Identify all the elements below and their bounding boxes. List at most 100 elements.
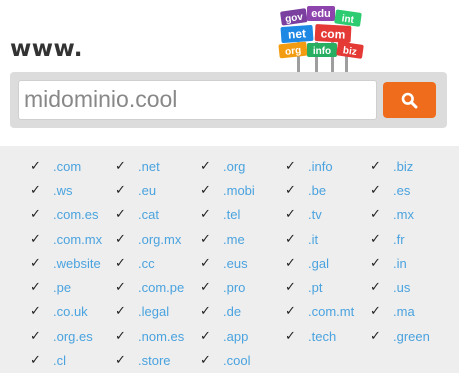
domain-extension-link[interactable]: .fr bbox=[393, 232, 405, 247]
domain-extension-item[interactable]: ✓ .info bbox=[285, 154, 370, 178]
domain-extension-link[interactable]: .app bbox=[223, 329, 248, 344]
domain-extension-item[interactable]: ✓ .pt bbox=[285, 275, 370, 299]
domain-extension-link[interactable]: .store bbox=[138, 353, 171, 368]
domain-extension-item[interactable]: ✓ .in bbox=[370, 251, 455, 275]
domain-extension-link[interactable]: .com.es bbox=[53, 207, 99, 222]
domain-extension-item[interactable]: ✓ .green bbox=[370, 324, 455, 348]
checkmark-icon: ✓ bbox=[30, 231, 41, 247]
domain-extension-link[interactable]: .pe bbox=[53, 280, 71, 295]
domain-extension-item[interactable]: ✓ .website bbox=[30, 251, 115, 275]
sign-edu: edu bbox=[311, 8, 331, 20]
domain-extension-item[interactable]: ✓ .tel bbox=[200, 203, 285, 227]
checkmark-icon: ✓ bbox=[285, 182, 296, 198]
domain-extension-item[interactable]: ✓ .org bbox=[200, 154, 285, 178]
search-button[interactable] bbox=[383, 82, 436, 118]
checkmark-icon: ✓ bbox=[200, 328, 211, 344]
domain-extension-item[interactable]: ✓ .eus bbox=[200, 251, 285, 275]
domain-extension-link[interactable]: .website bbox=[53, 256, 101, 271]
domain-extension-item[interactable]: ✓ .com.pe bbox=[115, 275, 200, 299]
domain-extension-item[interactable]: ✓ .cc bbox=[115, 251, 200, 275]
domain-extension-link[interactable]: .nom.es bbox=[138, 329, 184, 344]
domain-extension-item[interactable]: ✓ .mobi bbox=[200, 178, 285, 202]
domain-extension-item[interactable]: ✓ .cl bbox=[30, 348, 115, 372]
checkmark-icon: ✓ bbox=[200, 182, 211, 198]
domain-extension-link[interactable]: .ma bbox=[393, 304, 415, 319]
domain-extension-link[interactable]: .org bbox=[223, 159, 245, 174]
domain-extension-item[interactable]: ✓ .tv bbox=[285, 203, 370, 227]
domain-extension-link[interactable]: .es bbox=[393, 183, 410, 198]
domain-extension-link[interactable]: .pt bbox=[308, 280, 322, 295]
domain-extension-item[interactable]: ✓ .pe bbox=[30, 275, 115, 299]
domain-extension-link[interactable]: .com.pe bbox=[138, 280, 184, 295]
domain-extension-link[interactable]: .tech bbox=[308, 329, 336, 344]
domain-extension-link[interactable]: .tel bbox=[223, 207, 240, 222]
domain-extension-link[interactable]: .eu bbox=[138, 183, 156, 198]
domain-extension-item[interactable]: ✓ .app bbox=[200, 324, 285, 348]
domain-extension-link[interactable]: .biz bbox=[393, 159, 413, 174]
domain-extension-link[interactable]: .org.es bbox=[53, 329, 93, 344]
domain-extension-link[interactable]: .pro bbox=[223, 280, 245, 295]
domain-extension-link[interactable]: .net bbox=[138, 159, 160, 174]
domain-extension-item[interactable]: ✓ .mx bbox=[370, 203, 455, 227]
domain-extension-item[interactable]: ✓ .biz bbox=[370, 154, 455, 178]
domain-extension-link[interactable]: .com.mx bbox=[53, 232, 102, 247]
domain-extension-link[interactable]: .tv bbox=[308, 207, 322, 222]
domain-extension-link[interactable]: .cat bbox=[138, 207, 159, 222]
domain-extension-item[interactable]: ✓ .us bbox=[370, 275, 455, 299]
domain-extension-link[interactable]: .co.uk bbox=[53, 304, 88, 319]
domain-extension-item[interactable]: ✓ .tech bbox=[285, 324, 370, 348]
domain-extension-link[interactable]: .it bbox=[308, 232, 318, 247]
domain-extension-link[interactable]: .gal bbox=[308, 256, 329, 271]
domain-extension-item[interactable]: ✓ .gal bbox=[285, 251, 370, 275]
checkmark-icon: ✓ bbox=[200, 231, 211, 247]
domain-extension-link[interactable]: .me bbox=[223, 232, 245, 247]
domain-extension-link[interactable]: .legal bbox=[138, 304, 169, 319]
domain-extensions-panel: ✓ .com ✓ .net ✓ .org ✓ .info ✓ .biz ✓ .ws ✓ .eu ✓ .mobi… bbox=[0, 146, 459, 373]
domain-extension-item[interactable]: ✓ .com.mx bbox=[30, 227, 115, 251]
domain-extension-item[interactable]: ✓ .me bbox=[200, 227, 285, 251]
checkmark-icon: ✓ bbox=[30, 328, 41, 344]
domain-extension-link[interactable]: .cc bbox=[138, 256, 155, 271]
domain-extension-link[interactable]: .info bbox=[308, 159, 333, 174]
domain-extension-link[interactable]: .eus bbox=[223, 256, 248, 271]
domain-extension-link[interactable]: .ws bbox=[53, 183, 73, 198]
domain-extension-item[interactable]: ✓ .ma bbox=[370, 300, 455, 324]
domain-extension-item[interactable]: ✓ .ws bbox=[30, 178, 115, 202]
domain-extension-item[interactable]: ✓ .cool bbox=[200, 348, 285, 372]
domain-extension-link[interactable]: .com bbox=[53, 159, 81, 174]
domain-extension-link[interactable]: .cl bbox=[53, 353, 66, 368]
domain-extension-item[interactable]: ✓ .com.mt bbox=[285, 300, 370, 324]
domain-extension-item[interactable]: ✓ .fr bbox=[370, 227, 455, 251]
domain-extension-item[interactable]: ✓ .it bbox=[285, 227, 370, 251]
checkmark-icon: ✓ bbox=[115, 207, 126, 223]
domain-extension-link[interactable]: .us bbox=[393, 280, 410, 295]
domain-extension-item[interactable]: ✓ .com bbox=[30, 154, 115, 178]
domain-extension-link[interactable]: .com.mt bbox=[308, 304, 354, 319]
checkmark-icon: ✓ bbox=[115, 231, 126, 247]
domain-extension-link[interactable]: .mobi bbox=[223, 183, 255, 198]
domain-extension-link[interactable]: .in bbox=[393, 256, 407, 271]
domain-extension-item[interactable]: ✓ .net bbox=[115, 154, 200, 178]
domain-extension-item[interactable]: ✓ .pro bbox=[200, 275, 285, 299]
domain-extension-item[interactable]: ✓ .be bbox=[285, 178, 370, 202]
checkmark-icon: ✓ bbox=[115, 328, 126, 344]
domain-search-input[interactable] bbox=[18, 80, 377, 120]
domain-extension-item[interactable]: ✓ .es bbox=[370, 178, 455, 202]
checkmark-icon: ✓ bbox=[370, 255, 381, 271]
domain-extension-item[interactable]: ✓ .cat bbox=[115, 203, 200, 227]
domain-extension-link[interactable]: .be bbox=[308, 183, 326, 198]
domain-extension-link[interactable]: .cool bbox=[223, 353, 250, 368]
domain-extension-item[interactable]: ✓ .eu bbox=[115, 178, 200, 202]
domain-extension-link[interactable]: .org.mx bbox=[138, 232, 181, 247]
domain-extension-item[interactable]: ✓ .legal bbox=[115, 300, 200, 324]
domain-extension-item[interactable]: ✓ .de bbox=[200, 300, 285, 324]
domain-extension-item[interactable]: ✓ .nom.es bbox=[115, 324, 200, 348]
domain-extension-link[interactable]: .green bbox=[393, 329, 430, 344]
domain-extension-link[interactable]: .de bbox=[223, 304, 241, 319]
domain-extension-item[interactable]: ✓ .com.es bbox=[30, 203, 115, 227]
domain-extension-item[interactable]: ✓ .store bbox=[115, 348, 200, 372]
domain-extension-item[interactable]: ✓ .org.mx bbox=[115, 227, 200, 251]
domain-extension-item[interactable]: ✓ .co.uk bbox=[30, 300, 115, 324]
domain-extension-link[interactable]: .mx bbox=[393, 207, 414, 222]
domain-extension-item[interactable]: ✓ .org.es bbox=[30, 324, 115, 348]
